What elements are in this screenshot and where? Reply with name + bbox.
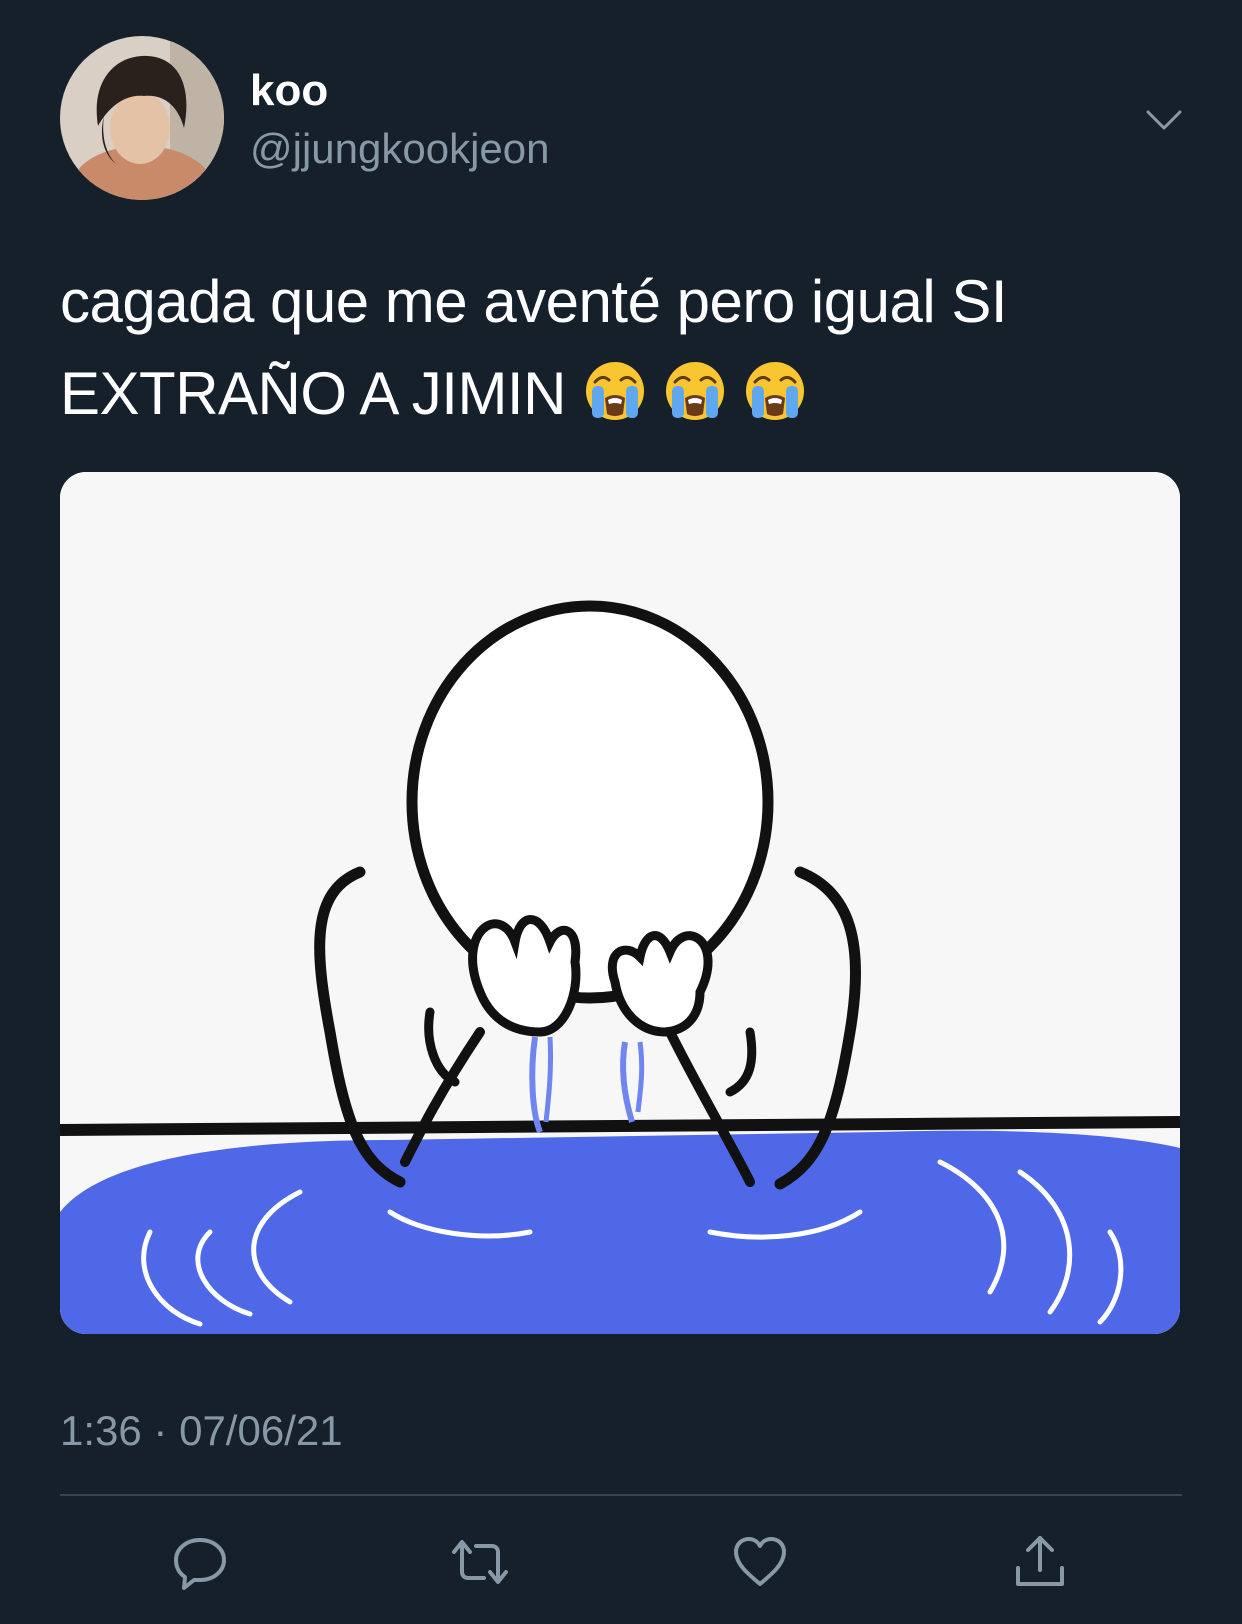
retweet-icon[interactable] [448, 1530, 512, 1594]
chevron-down-icon[interactable] [1142, 104, 1186, 136]
reply-icon[interactable] [168, 1530, 232, 1594]
tweet-text-line-2-text: EXTRAÑO A JIMIN [60, 360, 566, 427]
avatar[interactable] [60, 36, 224, 200]
loudly-crying-face-icon [664, 360, 726, 422]
loudly-crying-face-icon [744, 360, 806, 422]
username-handle[interactable]: @jjungkookjeon [250, 124, 550, 174]
tweet-text-line-2: EXTRAÑO A JIMIN [60, 348, 1190, 440]
tweet-time: 1:36 [60, 1407, 142, 1454]
tweet-timestamp[interactable]: 1:36 · 07/06/21 [60, 1406, 343, 1456]
crying-stick-figure-illustration [60, 472, 1180, 1334]
tweet-date: 07/06/21 [179, 1407, 343, 1454]
tweet-text: cagada que me aventé pero igual SI EXTRA… [60, 256, 1190, 440]
share-icon[interactable] [1008, 1530, 1072, 1594]
loudly-crying-face-icon [584, 360, 646, 422]
like-icon[interactable] [728, 1530, 792, 1594]
divider [60, 1494, 1182, 1496]
avatar-image [60, 36, 224, 200]
timestamp-separator: · [153, 1407, 168, 1454]
tweet-media-image[interactable] [60, 472, 1180, 1334]
tweet-text-line-1: cagada que me aventé pero igual SI [60, 268, 1008, 335]
display-name[interactable]: koo [250, 66, 328, 116]
